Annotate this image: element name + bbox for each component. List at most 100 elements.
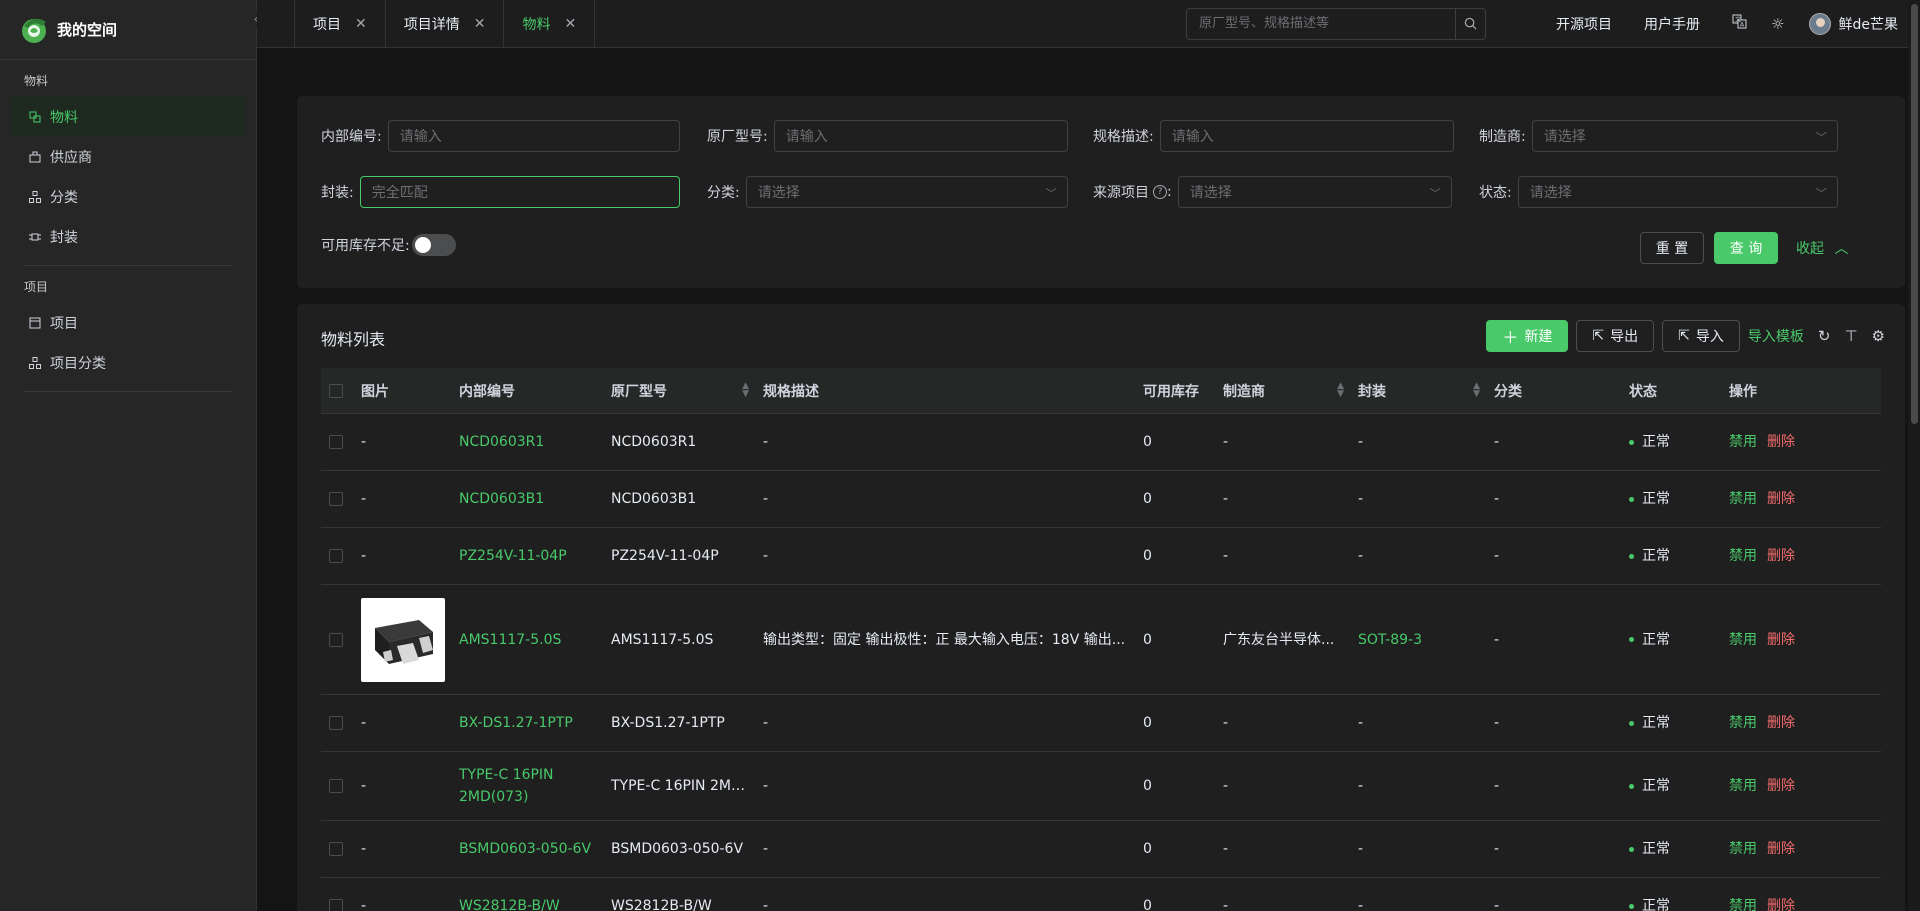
delete-link[interactable]: 删除 [1767,715,1795,731]
select-all-checkbox[interactable] [329,383,343,398]
close-icon[interactable]: ✕ [355,16,367,32]
disable-link[interactable]: 禁用 [1729,491,1757,507]
delete-link[interactable]: 删除 [1767,491,1795,507]
theme-sun-icon[interactable]: ☼ [1771,15,1784,33]
disable-link[interactable]: 禁用 [1729,715,1757,731]
filter-low-stock: 可用库存不足: [321,234,456,256]
cell-internal[interactable]: PZ254V-11-04P [451,545,603,567]
col-mfr-part[interactable]: 原厂型号 ▲ ▼ [603,368,755,414]
tab-project[interactable]: 项目 ✕ [294,0,386,47]
language-icon[interactable]: 文A [1732,14,1747,33]
category-select[interactable]: 请选择 ﹀ [745,176,1068,208]
col-package[interactable]: 封装 ▲ ▼ [1350,368,1486,414]
spec-input[interactable]: 请输入 [1159,120,1454,152]
sidebar-item-project[interactable]: 项目 [10,303,246,343]
collapse-link[interactable]: 收起 ︿ [1796,238,1848,258]
sort-icon[interactable]: ▲ ▼ [1473,381,1480,398]
search-input[interactable] [1187,16,1456,31]
sidebar-item-package[interactable]: 封装 [10,217,246,257]
close-icon[interactable]: ✕ [564,16,576,32]
open-source-link[interactable]: 开源项目 [1556,14,1612,34]
cell-internal[interactable]: NCD0603R1 [451,431,603,453]
status-badge: 正常 [1629,712,1721,734]
help-icon[interactable]: ? [1153,185,1167,199]
user-menu[interactable]: 鲜de芒果 [1808,12,1898,35]
delete-link[interactable]: 删除 [1767,548,1795,564]
new-button[interactable]: ＋ 新建 [1486,320,1569,352]
sidebar-item-material[interactable]: 物料 [10,97,246,137]
row-checkbox[interactable] [329,899,343,911]
sidebar-item-supplier[interactable]: 供应商 [10,137,246,177]
cell-status: 正常 [1621,488,1721,510]
cell-internal[interactable]: BX-DS1.27-1PTP [451,712,603,734]
cell-internal[interactable]: NCD0603B1 [451,488,603,510]
status-dot-icon [1629,553,1634,559]
export-button[interactable]: ⇱ 导出 [1576,320,1655,352]
row-checkbox[interactable] [329,549,343,563]
refresh-icon[interactable]: ↻ [1818,327,1831,345]
cell-package[interactable]: SOT-89-3 [1350,629,1486,651]
reset-button[interactable]: 重 置 [1640,232,1704,264]
collapse-label: 收起 [1796,241,1824,257]
cell-internal[interactable]: BSMD0603-050-6V [451,838,603,860]
tab-material[interactable]: 物料 ✕ [503,0,596,47]
chevron-down-icon: ﹀ [1815,131,1827,144]
sidebar-item-category[interactable]: 分类 [10,177,246,217]
row-checkbox[interactable] [329,779,343,793]
sidebar-item-project-category[interactable]: 项目分类 [10,343,246,383]
import-button[interactable]: ⇱ 导入 [1662,320,1740,352]
row-checkbox[interactable] [329,716,343,730]
close-icon[interactable]: ✕ [474,16,486,32]
cell-category: - [1494,715,1500,731]
user-manual-link[interactable]: 用户手册 [1644,14,1700,34]
disable-link[interactable]: 禁用 [1729,841,1757,857]
col-spec: 规格描述 [763,383,819,400]
disable-link[interactable]: 禁用 [1729,434,1757,450]
delete-link[interactable]: 删除 [1767,778,1795,794]
cell-image: - [361,491,367,507]
status-label: 正常 [1642,898,1670,911]
row-checkbox[interactable] [329,632,343,647]
scrollbar-thumb[interactable] [1911,4,1918,424]
delete-link[interactable]: 删除 [1767,434,1795,450]
disable-link[interactable]: 禁用 [1729,898,1757,911]
import-template-link[interactable]: 导入模板 [1748,326,1804,346]
search-icon[interactable] [1455,8,1485,39]
delete-link[interactable]: 删除 [1767,632,1795,648]
cell-internal[interactable]: WS2812B-B/W [451,895,603,911]
settings-icon[interactable]: ⚙ [1872,327,1885,345]
table-row: - PZ254V-11-04P PZ254V-11-04P - 0 - - - 正常 禁用 删除 [321,528,1881,585]
disable-link[interactable]: 禁用 [1729,548,1757,564]
sort-icon[interactable]: ▲ ▼ [1337,381,1344,398]
row-checkbox[interactable] [329,842,343,856]
brand[interactable]: 我的空间 [0,0,256,60]
package-input[interactable]: 完全匹配 [359,176,680,208]
status-dot-icon [1629,496,1634,502]
row-checkbox[interactable] [329,435,343,449]
tab-project-detail[interactable]: 项目详情 ✕ [384,0,505,47]
new-label: 新建 [1524,329,1553,345]
query-button[interactable]: 查 询 [1714,232,1778,264]
component-thumbnail[interactable] [361,597,445,682]
col-manufacturer[interactable]: 制造商 ▲ ▼ [1215,368,1350,414]
manufacturer-select[interactable]: 请选择 ﹀ [1531,120,1838,152]
cell-internal[interactable]: TYPE-C 16PIN 2MD(073) [451,764,603,808]
status-badge: 正常 [1629,838,1721,860]
cell-package: - [1358,841,1364,857]
internal-no-input[interactable]: 请输入 [387,120,680,152]
status-select[interactable]: 请选择 ﹀ [1517,176,1838,208]
column-height-icon[interactable]: ⊤ [1844,327,1857,345]
source-project-select[interactable]: 请选择 ﹀ [1177,176,1452,208]
page-scrollbar[interactable] [1908,0,1920,911]
delete-link[interactable]: 删除 [1767,841,1795,857]
sort-icon[interactable]: ▲ ▼ [742,381,749,398]
cell-internal[interactable]: AMS1117-5.0S [451,629,603,651]
delete-link[interactable]: 删除 [1767,898,1795,911]
disable-link[interactable]: 禁用 [1729,632,1757,648]
supplier-icon [28,150,42,164]
row-checkbox[interactable] [329,492,343,506]
mfr-part-input[interactable]: 请输入 [773,120,1068,152]
disable-link[interactable]: 禁用 [1729,778,1757,794]
placeholder: 请选择 [1189,185,1232,201]
low-stock-toggle[interactable] [411,234,456,256]
